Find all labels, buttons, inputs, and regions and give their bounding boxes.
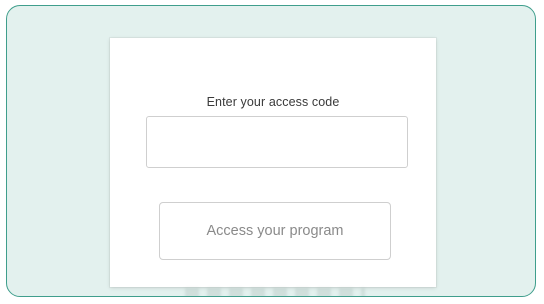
access-code-label: Enter your access code (206, 95, 340, 109)
faded-footer-text (185, 288, 365, 296)
access-code-input[interactable] (146, 116, 408, 168)
access-code-card: Enter your access code Access your progr… (110, 38, 436, 287)
page-frame: Enter your access code Access your progr… (6, 5, 536, 297)
access-program-button[interactable]: Access your program (159, 202, 391, 260)
